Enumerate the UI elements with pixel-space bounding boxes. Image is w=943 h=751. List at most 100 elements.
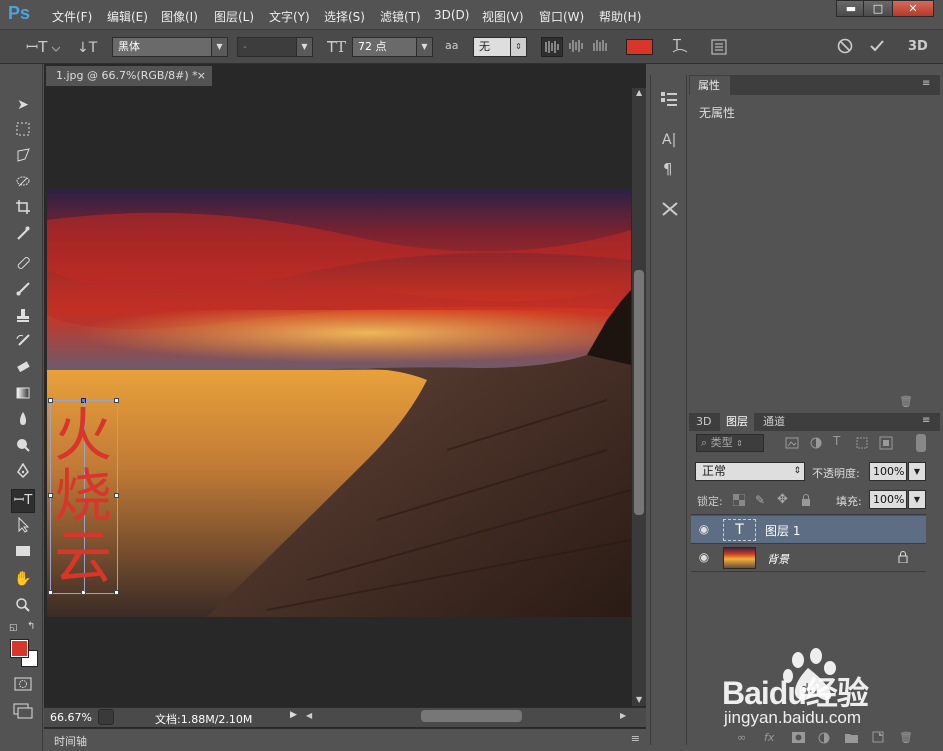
- font-family-select[interactable]: 黑体 ▼: [112, 37, 228, 57]
- brush-tool-icon[interactable]: [13, 281, 33, 301]
- path-selection-tool-icon[interactable]: [13, 516, 33, 537]
- lock-pixels-icon[interactable]: ✎: [755, 493, 765, 507]
- new-group-icon[interactable]: [845, 732, 858, 746]
- menu-file[interactable]: 文件(F): [52, 8, 92, 25]
- eraser-tool-icon[interactable]: [13, 359, 33, 379]
- swap-colors-icon[interactable]: ↰: [27, 621, 35, 632]
- visibility-eye-icon[interactable]: ◉: [697, 550, 711, 564]
- filter-adjustment-icon[interactable]: [809, 436, 823, 453]
- visibility-eye-icon[interactable]: ◉: [697, 522, 711, 536]
- transform-handle[interactable]: [48, 398, 53, 403]
- character-panel-icon[interactable]: [710, 38, 728, 59]
- menu-window[interactable]: 窗口(W): [539, 8, 584, 25]
- tab-3d[interactable]: 3D: [690, 413, 717, 431]
- opacity-dropdown-icon[interactable]: ▼: [908, 462, 926, 481]
- scroll-right-icon[interactable]: ▶: [620, 711, 626, 720]
- opacity-input[interactable]: 100%: [869, 462, 907, 481]
- menu-help[interactable]: 帮助(H): [599, 8, 641, 25]
- menu-view[interactable]: 视图(V): [482, 8, 524, 25]
- filter-smart-object-icon[interactable]: [879, 436, 893, 453]
- transform-handle[interactable]: [114, 590, 119, 595]
- transform-handle[interactable]: [48, 590, 53, 595]
- font-style-select[interactable]: - ▼: [237, 37, 313, 57]
- filter-shape-icon[interactable]: [855, 436, 869, 453]
- layer-name[interactable]: 图层 1: [765, 522, 800, 539]
- font-size-input[interactable]: 72 点 ▼: [352, 37, 433, 57]
- history-brush-tool-icon[interactable]: [13, 333, 33, 353]
- lock-transparent-icon[interactable]: [732, 493, 746, 509]
- rectangle-tool-icon[interactable]: [13, 543, 33, 563]
- adjustment-layer-icon[interactable]: [818, 732, 830, 747]
- align-right-button[interactable]: [590, 37, 610, 58]
- filter-type-icon[interactable]: T: [833, 434, 840, 448]
- dodge-tool-icon[interactable]: [13, 437, 33, 457]
- text-color-swatch[interactable]: [626, 39, 653, 55]
- timeline-panel[interactable]: 时间轴 ≡: [44, 728, 646, 750]
- delete-layer-icon[interactable]: 🗑: [899, 731, 913, 744]
- lock-all-icon[interactable]: [800, 494, 812, 509]
- marquee-tool-icon[interactable]: [13, 121, 33, 141]
- screen-mode-icon[interactable]: [13, 703, 33, 722]
- warp-text-icon[interactable]: T: [671, 36, 689, 59]
- layer-filter-select[interactable]: ⌕ 类型 ⇕: [696, 434, 764, 452]
- horizontal-scroll-thumb[interactable]: [421, 710, 522, 722]
- cancel-icon[interactable]: [836, 37, 854, 58]
- align-left-button[interactable]: [541, 37, 563, 57]
- zoom-level[interactable]: 66.67%: [50, 711, 92, 724]
- lasso-tool-icon[interactable]: [13, 147, 33, 167]
- gradient-tool-icon[interactable]: [13, 385, 33, 405]
- history-panel-icon[interactable]: [659, 90, 679, 111]
- lock-position-icon[interactable]: ✥: [777, 492, 788, 507]
- transform-handle[interactable]: [114, 493, 119, 498]
- tab-channels[interactable]: 通道: [757, 413, 791, 431]
- link-layers-icon[interactable]: ∞: [737, 731, 746, 744]
- scroll-up-icon[interactable]: ▲: [636, 88, 642, 97]
- menu-layer[interactable]: 图层(L): [214, 8, 254, 25]
- tab-layers[interactable]: 图层: [720, 413, 754, 431]
- fill-input[interactable]: 100%: [869, 490, 907, 509]
- text-tool-preset-icon[interactable]: ꟷT: [26, 37, 61, 61]
- status-menu-arrow-icon[interactable]: ▶: [290, 710, 297, 720]
- add-mask-icon[interactable]: [792, 732, 805, 746]
- vertical-scroll-thumb[interactable]: [634, 270, 644, 515]
- menu-edit[interactable]: 编辑(E): [107, 8, 148, 25]
- layer-name[interactable]: 背景: [767, 551, 789, 567]
- panel-menu-icon[interactable]: ≡: [922, 415, 930, 426]
- layer-style-fx-icon[interactable]: fx: [764, 731, 774, 744]
- antialias-select[interactable]: 无 ⇕: [473, 37, 527, 57]
- zoom-tool-icon[interactable]: [13, 597, 33, 617]
- menu-image[interactable]: 图像(I): [161, 8, 198, 25]
- 3d-mode-button[interactable]: 3D: [908, 39, 928, 54]
- filter-pixel-icon[interactable]: [785, 436, 799, 453]
- panel-menu-icon[interactable]: ≡: [922, 78, 930, 89]
- align-center-button[interactable]: [566, 37, 586, 58]
- filter-toggle[interactable]: [916, 434, 926, 452]
- menu-filter[interactable]: 滤镜(T): [380, 8, 421, 25]
- tab-close-icon[interactable]: ×: [197, 66, 206, 86]
- eyedropper-tool-icon[interactable]: [13, 225, 33, 245]
- menu-3d[interactable]: 3D(D): [434, 8, 469, 22]
- transform-handle[interactable]: [114, 398, 119, 403]
- scroll-left-icon[interactable]: ◀: [306, 711, 312, 720]
- quick-mask-icon[interactable]: [14, 677, 32, 694]
- menu-type[interactable]: 文字(Y): [269, 8, 310, 25]
- quick-selection-tool-icon[interactable]: [13, 173, 33, 193]
- text-orientation-icon[interactable]: ↓T: [76, 37, 98, 61]
- menu-select[interactable]: 选择(S): [324, 8, 365, 25]
- commit-check-icon[interactable]: [868, 37, 886, 58]
- blur-tool-icon[interactable]: [13, 411, 33, 431]
- document-tab[interactable]: 1.jpg @ 66.7%(RGB/8#) * ×: [46, 66, 212, 86]
- panel-menu-icon[interactable]: ≡: [631, 732, 640, 745]
- tab-properties[interactable]: 属性: [690, 76, 730, 95]
- minimize-button[interactable]: ▬: [836, 0, 866, 17]
- paragraph-icon[interactable]: ¶: [663, 160, 673, 178]
- transform-handle[interactable]: [48, 493, 53, 498]
- blend-mode-select[interactable]: 正常 ⇕: [695, 462, 805, 481]
- character-icon[interactable]: A|: [662, 132, 676, 148]
- trash-icon[interactable]: 🗑: [899, 395, 913, 408]
- healing-brush-tool-icon[interactable]: [13, 255, 33, 275]
- pen-tool-icon[interactable]: [13, 462, 33, 483]
- fill-dropdown-icon[interactable]: ▼: [908, 490, 926, 509]
- move-tool-icon[interactable]: ➤: [13, 95, 33, 115]
- close-window-button[interactable]: ✕: [892, 0, 934, 17]
